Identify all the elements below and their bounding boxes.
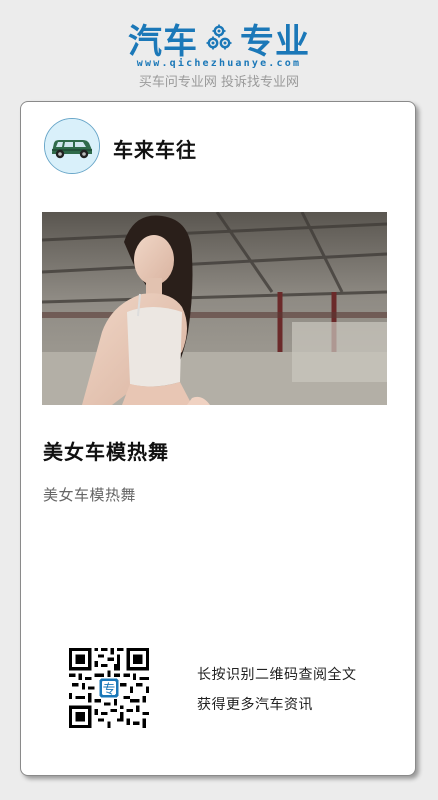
car-icon <box>45 119 99 173</box>
logo-wordmark: 汽车 专业 <box>128 18 310 62</box>
logo-slogan: 买车问专业网 投诉找专业网 <box>138 75 300 90</box>
gears-icon <box>206 24 232 50</box>
qr-center-glyph: 专 <box>103 682 116 697</box>
qr-hint-line2: 获得更多汽车资讯 <box>197 697 313 713</box>
share-poster: 汽车 专业 www.qichezhuanye.com 买车问专业网 投诉找专业网… <box>0 0 438 800</box>
qr-code[interactable]: 专 <box>69 648 149 728</box>
logo-url: www.qichezhuanye.com <box>136 58 302 69</box>
qr-hint-line1: 长按识别二维码查阅全文 <box>197 667 357 683</box>
article-card[interactable]: 车来车往 美女车模热舞 美女车模热舞 专 长按识别二维码查阅全文 获得更多汽车资… <box>20 101 416 776</box>
logo-text-right: 专业 <box>240 21 310 62</box>
article-hero-image[interactable] <box>42 212 387 405</box>
hero-photo <box>42 212 387 405</box>
site-logo: 汽车 专业 www.qichezhuanye.com 买车问专业网 投诉找专业网 <box>0 18 438 91</box>
article-title[interactable]: 美女车模热舞 <box>43 436 169 465</box>
channel-avatar[interactable] <box>44 118 100 174</box>
logo-text-left: 汽车 <box>128 21 198 62</box>
article-summary: 美女车模热舞 <box>43 486 137 504</box>
channel-name[interactable]: 车来车往 <box>113 134 197 163</box>
